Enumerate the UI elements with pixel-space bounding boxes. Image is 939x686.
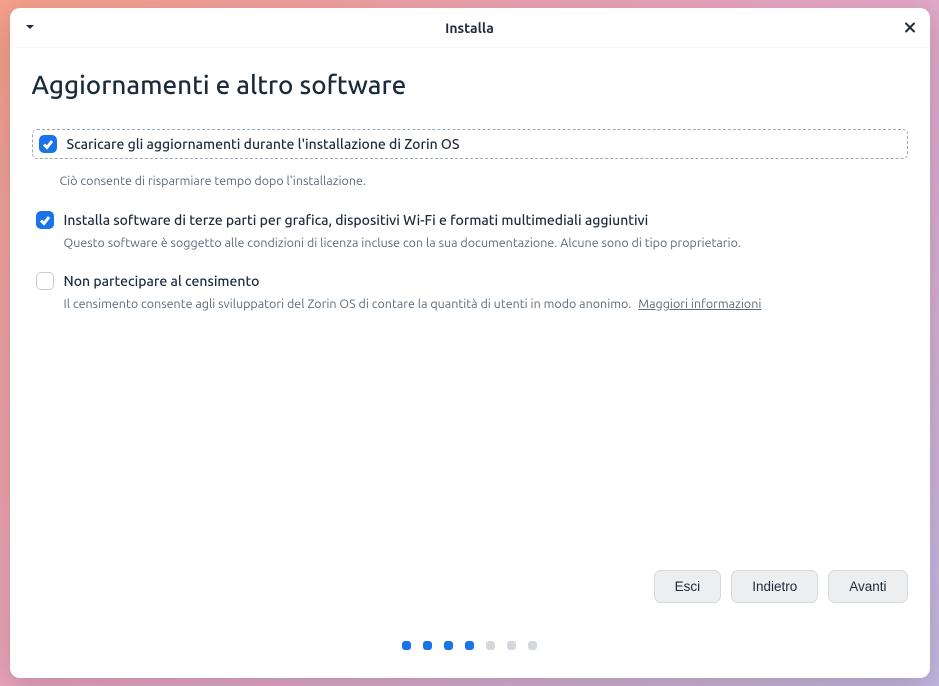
option-checkbox[interactable] xyxy=(39,135,57,153)
progress-dot xyxy=(423,641,432,650)
next-button[interactable]: Avanti xyxy=(828,570,907,603)
option-label: Non partecipare al censimento xyxy=(64,273,260,289)
option-label: Scaricare gli aggiornamenti durante l'in… xyxy=(67,136,460,152)
quit-button[interactable]: Esci xyxy=(654,570,722,603)
progress-dot xyxy=(402,641,411,650)
progress-dot xyxy=(486,641,495,650)
options-list: Scaricare gli aggiornamenti durante l'in… xyxy=(32,129,908,334)
content-area: Aggiornamenti e altro software Scaricare… xyxy=(10,48,930,570)
option-row: Scaricare gli aggiornamenti durante l'in… xyxy=(32,129,908,159)
option-checkbox[interactable] xyxy=(36,272,54,290)
back-button[interactable]: Indietro xyxy=(731,570,818,603)
option-row: Non partecipare al censimento Il censimen… xyxy=(32,272,908,314)
progress-dot xyxy=(507,641,516,650)
more-info-link[interactable]: Maggiori informazioni xyxy=(638,297,761,311)
progress-dots xyxy=(10,621,930,678)
option-description: Ciò consente di risparmiare tempo dopo l… xyxy=(60,173,908,191)
progress-dot xyxy=(528,641,537,650)
option-checkbox[interactable] xyxy=(36,211,54,229)
window-title: Installa xyxy=(445,20,494,36)
option-head: Scaricare gli aggiornamenti durante l'in… xyxy=(39,135,901,153)
page-title: Aggiornamenti e altro software xyxy=(32,70,908,99)
footer-buttons: Esci Indietro Avanti xyxy=(10,570,930,621)
titlebar: Installa xyxy=(10,8,930,48)
option-description: Questo software è soggetto alle condizio… xyxy=(64,235,904,253)
close-icon[interactable] xyxy=(904,19,916,36)
installer-window: Installa Aggiornamenti e altro software … xyxy=(10,8,930,678)
option-description: Il censimento consente agli sviluppatori… xyxy=(64,296,904,314)
progress-dot xyxy=(465,641,474,650)
progress-dot xyxy=(444,641,453,650)
option-label: Installa software di terze parti per gra… xyxy=(64,212,649,228)
option-row: Installa software di terze parti per gra… xyxy=(32,211,908,253)
menu-dropdown-icon[interactable] xyxy=(24,19,36,37)
option-head: Installa software di terze parti per gra… xyxy=(36,211,904,229)
option-head: Non partecipare al censimento xyxy=(36,272,904,290)
